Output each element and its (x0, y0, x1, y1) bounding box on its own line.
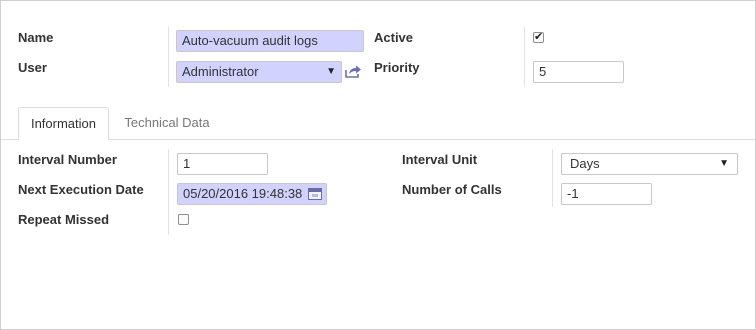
field-separator (552, 149, 553, 207)
number-of-calls-label: Number of Calls (402, 182, 502, 197)
next-execution-date-field[interactable]: 05/20/2016 19:48:38 (177, 183, 327, 205)
number-of-calls-field[interactable]: -1 (561, 183, 652, 205)
field-separator (168, 27, 169, 87)
number-of-calls-value: -1 (567, 186, 579, 201)
tab-bar-divider (1, 139, 755, 140)
external-link-icon[interactable] (344, 64, 362, 79)
interval-unit-select[interactable]: Days ▼ (561, 153, 738, 175)
interval-unit-label: Interval Unit (402, 152, 478, 167)
chevron-down-icon: ▼ (326, 66, 336, 77)
interval-number-field[interactable]: 1 (177, 153, 268, 175)
name-field-value: Auto-vacuum audit logs (182, 33, 318, 48)
priority-field[interactable]: 5 (533, 61, 624, 83)
chevron-down-icon: ▼ (719, 158, 729, 169)
next-execution-value: 05/20/2016 19:48:38 (183, 186, 303, 201)
field-separator (168, 149, 169, 235)
interval-unit-value: Days (570, 156, 600, 171)
active-label: Active (374, 30, 414, 45)
form-sheet: Name User Auto-vacuum audit logs Adminis… (0, 0, 756, 330)
name-field[interactable]: Auto-vacuum audit logs (176, 30, 364, 52)
repeat-missed-checkbox[interactable] (178, 214, 189, 225)
priority-field-value: 5 (539, 64, 547, 79)
user-select[interactable]: Administrator ▼ (176, 61, 342, 83)
next-execution-label: Next Execution Date (18, 182, 144, 197)
tab-technical-data[interactable]: Technical Data (113, 107, 221, 139)
priority-label: Priority (374, 60, 420, 75)
calendar-icon[interactable] (308, 188, 322, 200)
name-label: Name (18, 30, 54, 45)
field-separator (524, 27, 525, 87)
repeat-missed-label: Repeat Missed (18, 212, 110, 227)
tab-information-label: Information (30, 116, 97, 131)
tab-technical-data-label: Technical Data (124, 115, 210, 130)
active-checkbox[interactable]: ✔ (533, 31, 544, 43)
interval-number-value: 1 (183, 156, 191, 171)
user-label: User (18, 60, 47, 75)
interval-number-label: Interval Number (18, 152, 117, 167)
checkmark-icon: ✔ (534, 31, 544, 43)
tab-information[interactable]: Information (18, 107, 109, 140)
user-select-value: Administrator (182, 64, 259, 79)
